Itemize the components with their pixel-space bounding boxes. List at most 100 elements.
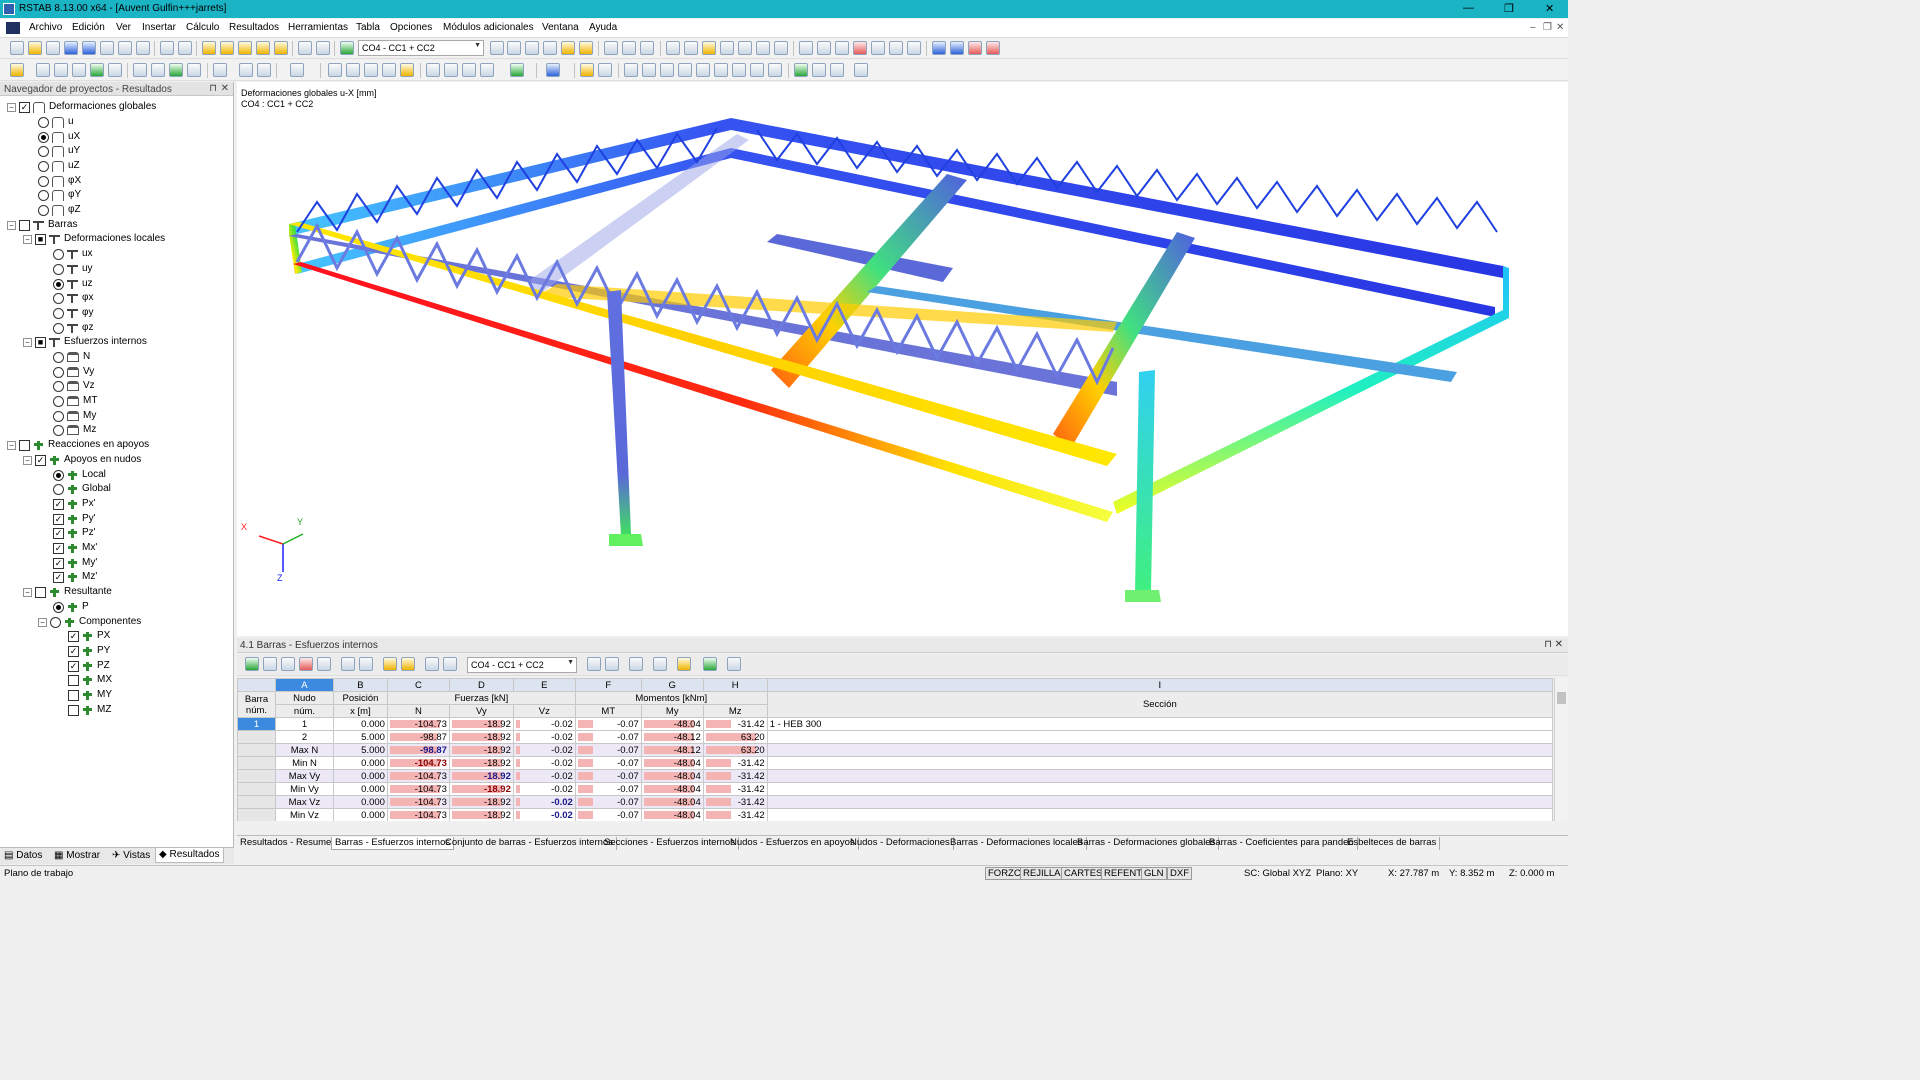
radio[interactable]: [38, 116, 49, 128]
cell-seccion[interactable]: [766, 795, 1553, 809]
visibility-icon[interactable]: [510, 63, 524, 77]
col-i[interactable]: I: [766, 678, 1553, 692]
table-scrollbar[interactable]: [1554, 678, 1568, 821]
mdi-minimize-icon[interactable]: –: [1530, 22, 1536, 33]
select-icon[interactable]: [666, 41, 680, 55]
undo-icon[interactable]: [160, 41, 174, 55]
cell-posicion[interactable]: 0.000: [332, 795, 388, 809]
collapse-icon[interactable]: −: [7, 220, 16, 230]
excel-icon[interactable]: [703, 657, 717, 671]
mirror-icon[interactable]: [364, 63, 378, 77]
tree-phix[interactable]: φX: [38, 174, 81, 188]
cell-nudo[interactable]: 1: [274, 717, 334, 731]
calculate-icon[interactable]: [202, 41, 216, 55]
col-d[interactable]: D: [448, 678, 514, 692]
menu-modulos-adicionales[interactable]: Módulos adicionales: [443, 22, 534, 33]
radio[interactable]: [38, 160, 49, 172]
cell-mt[interactable]: -0.07: [574, 795, 642, 809]
zoom-window-icon[interactable]: [684, 41, 698, 55]
table-icon-6[interactable]: [341, 657, 355, 671]
radio[interactable]: [53, 322, 64, 334]
menu-ver[interactable]: Ver: [116, 22, 131, 33]
table-row[interactable]: Max Vz 0.000 -104.73 -18.92 -0.02 -0.07 -48.04…: [237, 795, 1553, 809]
tree-mz[interactable]: Mz: [53, 423, 96, 437]
tree-u[interactable]: u: [38, 115, 74, 129]
member-icon[interactable]: [36, 63, 50, 77]
support-icon[interactable]: [90, 63, 104, 77]
cell-my[interactable]: -48.04: [640, 782, 704, 796]
cell-posicion[interactable]: 0.000: [332, 756, 388, 770]
tree-deformaciones-locales[interactable]: − ■ Deformaciones locales: [23, 232, 165, 246]
cell-vz[interactable]: -0.02: [512, 717, 576, 731]
support-reactions-icon[interactable]: [732, 63, 746, 77]
table-icon-11[interactable]: [653, 657, 667, 671]
cell-barra[interactable]: [237, 795, 276, 809]
table-icon-8[interactable]: [425, 657, 439, 671]
dimension-icon[interactable]: [622, 41, 636, 55]
dxf-button[interactable]: DXF: [1167, 867, 1192, 880]
cell-mz[interactable]: -31.42: [702, 769, 768, 783]
menu-herramientas[interactable]: Herramientas: [288, 22, 348, 33]
radio[interactable]: [50, 616, 61, 628]
tree-pz[interactable]: ✓ Pz': [53, 526, 96, 540]
comment-icon[interactable]: [640, 41, 654, 55]
sheet-tab-resumen[interactable]: Resultados - Resumen: [237, 837, 341, 850]
radio[interactable]: [38, 204, 49, 216]
cell-seccion[interactable]: [766, 782, 1553, 796]
cell-nudo[interactable]: Max Vy: [274, 769, 334, 783]
load-wizard-icon[interactable]: [187, 63, 201, 77]
radio[interactable]: [53, 424, 64, 436]
radio[interactable]: [53, 263, 64, 275]
tree-px[interactable]: ✓ Px': [53, 497, 96, 511]
cell-seccion[interactable]: 1 - HEB 300: [766, 717, 1553, 731]
cell-mz[interactable]: -31.42: [702, 808, 768, 821]
cell-seccion[interactable]: [766, 769, 1553, 783]
cell-nudo[interactable]: Min Vy: [274, 782, 334, 796]
collapse-icon[interactable]: −: [23, 337, 32, 347]
scale-icon[interactable]: [400, 63, 414, 77]
cell-n[interactable]: -104.73: [386, 769, 450, 783]
cell-mt[interactable]: -0.07: [574, 730, 642, 744]
tab-resultados[interactable]: ◆ Resultados: [155, 848, 224, 863]
radio[interactable]: [53, 307, 64, 319]
table-filter2-icon[interactable]: [401, 657, 415, 671]
cell-n[interactable]: -98.87: [386, 730, 450, 744]
table-loadcase-combo[interactable]: CO4 - CC1 + CC2 ▼: [467, 657, 577, 673]
table-row[interactable]: 1 1 0.000 -104.73 -18.92 -0.02 -0.07 -48.04 -31.…: [237, 717, 1553, 731]
guide-line-icon[interactable]: [257, 63, 271, 77]
checkbox[interactable]: ✓: [68, 645, 79, 657]
print-pdf-icon[interactable]: [986, 41, 1000, 55]
col-b[interactable]: B: [332, 678, 388, 692]
cell-mt[interactable]: -0.07: [574, 717, 642, 731]
cell-vy[interactable]: -18.92: [448, 769, 514, 783]
animation-icon[interactable]: [561, 41, 575, 55]
close-icon[interactable]: ✕: [1555, 639, 1563, 650]
force-vz-icon[interactable]: [660, 63, 674, 77]
structure-3d-model[interactable]: X Y Z: [237, 82, 1568, 636]
results-values-icon[interactable]: [256, 41, 270, 55]
moment-mt-icon[interactable]: [678, 63, 692, 77]
checkbox[interactable]: ■: [35, 336, 46, 348]
view-x-icon[interactable]: [817, 41, 831, 55]
results-on-icon[interactable]: [238, 41, 252, 55]
cell-barra[interactable]: [237, 769, 276, 783]
open-block-icon[interactable]: [46, 41, 60, 55]
mdi-close-icon[interactable]: ✕: [1556, 22, 1564, 33]
checkbox[interactable]: ✓: [53, 542, 64, 554]
table-filter-icon[interactable]: [383, 657, 397, 671]
table-icon-7[interactable]: [359, 657, 373, 671]
node-icon[interactable]: [10, 63, 24, 77]
member-load-icon[interactable]: [151, 63, 165, 77]
open-icon[interactable]: [28, 41, 42, 55]
move-copy-icon[interactable]: [290, 63, 304, 77]
restore-button[interactable]: ❐: [1504, 2, 1514, 15]
cell-my[interactable]: -48.12: [640, 730, 704, 744]
cell-vz[interactable]: -0.02: [512, 743, 576, 757]
tree-vz[interactable]: Vz: [53, 379, 95, 393]
grid-button[interactable]: REJILLA: [1020, 867, 1064, 880]
isometric-view-icon[interactable]: [799, 41, 813, 55]
collapse-icon[interactable]: −: [7, 102, 16, 112]
tab-datos[interactable]: ▤ Datos: [4, 850, 42, 861]
col-a[interactable]: A: [274, 678, 334, 692]
minimize-button[interactable]: —: [1463, 2, 1474, 14]
